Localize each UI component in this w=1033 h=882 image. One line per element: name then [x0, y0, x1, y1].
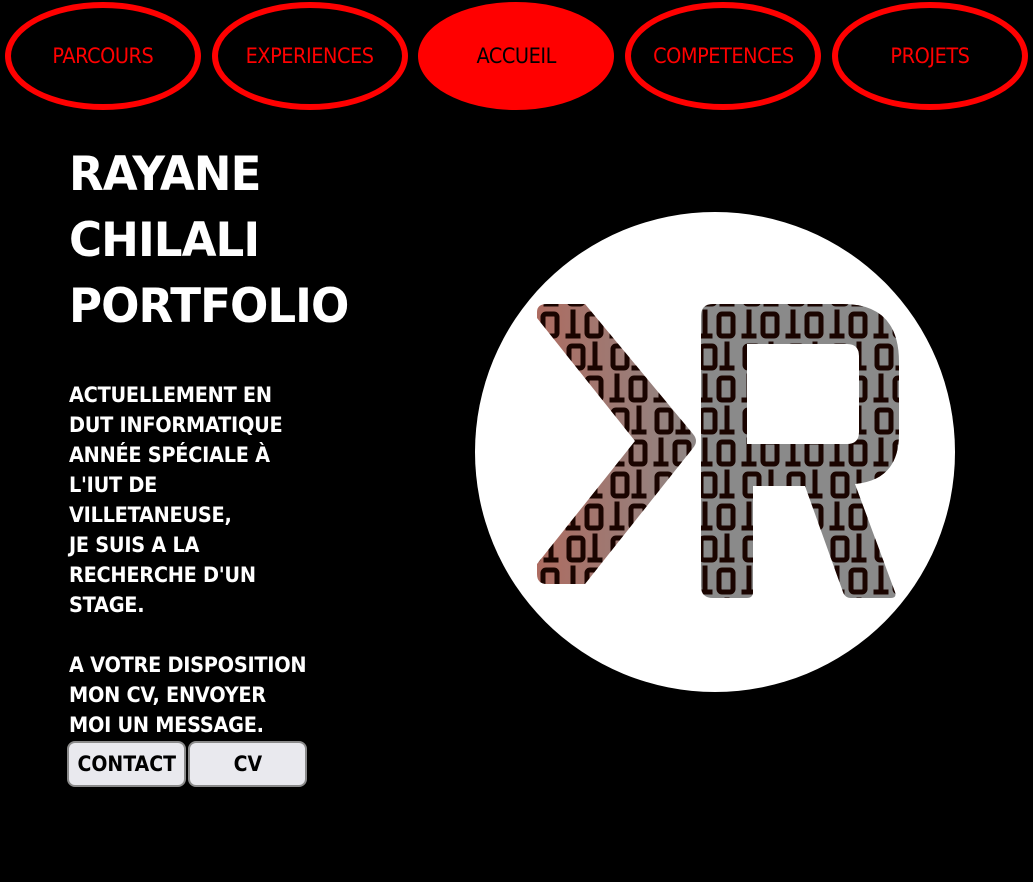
bio-line: ACTUELLEMENT EN — [69, 383, 272, 407]
bio-line: JE SUIS A LA — [69, 533, 200, 557]
cv-button-label: CV — [233, 752, 262, 776]
title-line: PORTFOLIO — [69, 279, 349, 334]
bio-line: L'IUT DE — [69, 473, 158, 497]
cta-line: MON CV, ENVOYER — [69, 683, 266, 707]
title-line: CHILALI — [69, 213, 260, 268]
title-line: RAYANE — [69, 147, 261, 202]
nav-item-parcours[interactable]: PARCOURS — [5, 2, 201, 110]
contact-button[interactable]: CONTACT — [67, 741, 186, 787]
bio-line: ANNÉE SPÉCIALE À — [69, 443, 270, 467]
page-title: RAYANE CHILALI PORTFOLIO — [69, 142, 360, 340]
nav-item-competences[interactable]: COMPETENCES — [625, 2, 821, 110]
nav-item-label: COMPETENCES — [652, 44, 794, 68]
nav-item-accueil[interactable]: ACCUEIL — [418, 2, 614, 110]
rc-monogram-logo — [475, 212, 955, 692]
nav-item-label: PROJETS — [890, 44, 970, 68]
nav-item-label: ACCUEIL — [476, 44, 556, 68]
bio-line: RECHERCHE D'UN — [69, 563, 256, 587]
nav-item-projets[interactable]: PROJETS — [832, 2, 1028, 110]
bio-line: VILLETANEUSE, — [69, 503, 232, 527]
cta-line: A VOTRE DISPOSITION — [69, 653, 307, 677]
logo-svg — [475, 212, 955, 692]
top-navigation: PARCOURS EXPERIENCES ACCUEIL COMPETENCES… — [0, 0, 1033, 112]
bio-line: DUT INFORMATIQUE — [69, 413, 283, 437]
cv-button[interactable]: CV — [188, 741, 307, 787]
contact-button-label: CONTACT — [77, 752, 176, 776]
nav-item-experiences[interactable]: EXPERIENCES — [212, 2, 408, 110]
bio-line: STAGE. — [69, 593, 145, 617]
bio-text: ACTUELLEMENT EN DUT INFORMATIQUE ANNÉE S… — [69, 380, 339, 740]
nav-item-label: PARCOURS — [52, 44, 154, 68]
cta-line: MOI UN MESSAGE. — [69, 713, 264, 737]
nav-item-label: EXPERIENCES — [246, 44, 374, 68]
